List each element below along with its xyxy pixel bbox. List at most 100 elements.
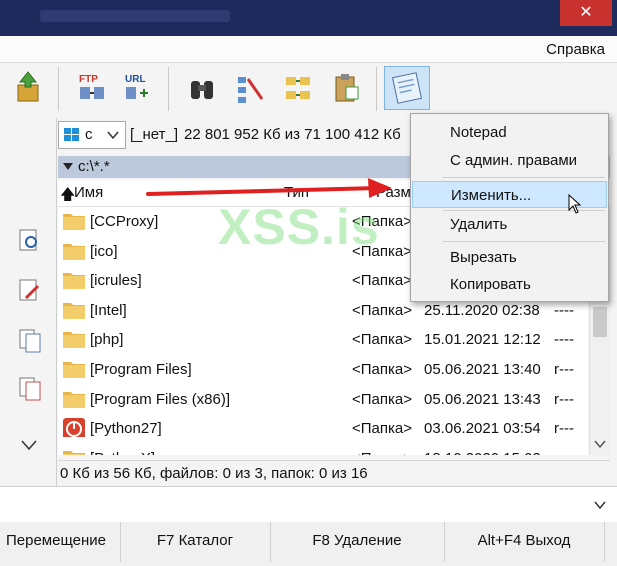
file-attr: ---- [554,301,574,319]
function-keys-bar: Перемещение F7 Каталог F8 Удаление Alt+F… [0,522,617,566]
file-name: [Intel] [90,301,127,319]
menu-item-cut[interactable]: Вырезать [412,244,607,271]
drive-letter: c [85,126,93,143]
folder-icon [63,450,85,455]
file-name: [Program Files (x86)] [90,390,231,408]
file-name: [Program Files] [90,360,192,378]
ftp-icon: FTP [79,74,104,99]
file-size: <Папка> [352,331,412,349]
file-attr: r--- [554,420,574,438]
folder-icon [63,361,85,378]
menu-bar: Справка [0,36,617,63]
file-date: 03.06.2021 03:54 [424,420,541,438]
file-row[interactable]: [php] <Папка> 15.01.2021 12:12 ---- [58,325,588,355]
file-size: <Папка> [352,420,412,438]
sync-icon [286,77,310,99]
sync-dirs-button[interactable] [280,69,316,107]
search-button[interactable] [184,69,220,107]
scroll-down-icon[interactable] [594,439,606,449]
file-date: 18.10.2020 15:02 [424,450,541,455]
rename-icon [238,77,264,103]
folder-icon [63,302,85,319]
file-attr: ---- [554,450,574,455]
notepad-button[interactable] [384,66,430,110]
file-date: 15.01.2021 12:12 [424,331,541,349]
drive-space: 22 801 952 Кб из 71 100 412 Кб [184,126,401,143]
command-line[interactable] [0,486,617,524]
left-panel [0,118,57,486]
toolbar: FTP URL [0,63,617,119]
drive-selector[interactable]: c [58,121,126,149]
file-row[interactable]: [Python27] <Папка> 03.06.2021 03:54 r--- [58,414,588,444]
column-name[interactable]: Имя [74,184,103,201]
watermark: XSS.is [218,199,380,255]
mouse-cursor-icon [568,194,582,214]
ftp-button[interactable]: FTP [74,69,110,107]
chevron-down-icon [107,131,119,140]
file-size: <Папка> [352,272,412,290]
folder-icon [63,273,85,290]
chevron-down-icon[interactable] [594,500,606,510]
file-name: [Python27] [90,420,162,438]
file-name: [PythonX] [90,450,155,455]
file-name: [icrules] [90,272,142,290]
url-button[interactable]: URL [118,69,154,107]
file-name: [ico] [90,242,118,260]
multi-rename-button[interactable] [232,69,268,107]
clipboard-icon [335,74,359,102]
notepad-icon [391,72,423,104]
menu-item-notepad[interactable]: Notepad [412,119,607,146]
scroll-thumb[interactable] [593,307,607,337]
file-size: <Папка> [352,301,412,319]
folder-icon [63,214,85,230]
drive-label: [_нет_] [130,126,179,143]
url-icon: URL [125,74,148,99]
fkey-exit-button[interactable]: Alt+F4 Выход [444,522,605,562]
menu-help[interactable]: Справка [546,41,605,58]
fkey-mkdir-button[interactable]: F7 Каталог [120,522,271,562]
red-arrow-annotation [146,178,392,198]
svg-text:URL: URL [125,74,146,85]
python-folder-icon [63,418,85,438]
file-date: 05.06.2021 13:43 [424,390,541,408]
window-title [40,10,230,22]
folder-icon [63,332,85,349]
file-row[interactable]: [Program Files (x86)] <Папка> 05.06.2021 1… [58,385,588,415]
folder-icon [63,243,85,260]
status-text: 0 Кб из 56 Кб, файлов: 0 из 3, папок: 0 … [60,465,368,482]
file-size: <Папка> [352,390,412,408]
folder-icon [63,391,85,408]
file-row[interactable]: [PythonX] <Папка> 18.10.2020 15:02 ---- [58,444,588,455]
file-attr: ---- [554,331,574,349]
status-bar: 0 Кб из 56 Кб, файлов: 0 из 3, папок: 0 … [58,460,610,487]
view-icon[interactable] [18,228,42,254]
menu-item-run-as-admin[interactable]: С админ. правами [412,147,607,174]
fkey-delete-button[interactable]: F8 Удаление [270,522,445,562]
pack-icon [17,71,39,102]
current-path: c:\*.* [78,158,110,175]
file-attr: r--- [554,390,574,408]
file-date: 05.06.2021 13:40 [424,360,541,378]
file-size: <Папка> [352,360,412,378]
file-attr: r--- [554,360,574,378]
move-icon[interactable] [18,376,42,402]
file-size: <Папка> [352,450,412,455]
windows-drive-icon [64,128,79,141]
caret-down-icon [63,163,73,170]
fkey-move-button[interactable]: Перемещение [0,522,121,562]
clipboard-button[interactable] [328,69,364,107]
copy-icon[interactable] [18,328,42,354]
menu-item-copy[interactable]: Копировать [412,271,607,298]
file-name: [php] [90,331,124,349]
chevron-down-icon[interactable] [20,438,38,452]
binoculars-icon [191,81,213,99]
file-row[interactable]: [Program Files] <Папка> 05.06.2021 13:40 r-… [58,355,588,385]
file-name: [CCProxy] [90,213,159,230]
title-bar: ✕ [0,0,617,36]
pack-files-button[interactable] [10,69,46,107]
svg-text:FTP: FTP [79,74,98,85]
menu-item-delete[interactable]: Удалить [412,211,607,238]
close-button[interactable]: ✕ [560,0,612,26]
edit-icon[interactable] [18,278,42,304]
file-date: 25.11.2020 02:38 [424,301,540,319]
